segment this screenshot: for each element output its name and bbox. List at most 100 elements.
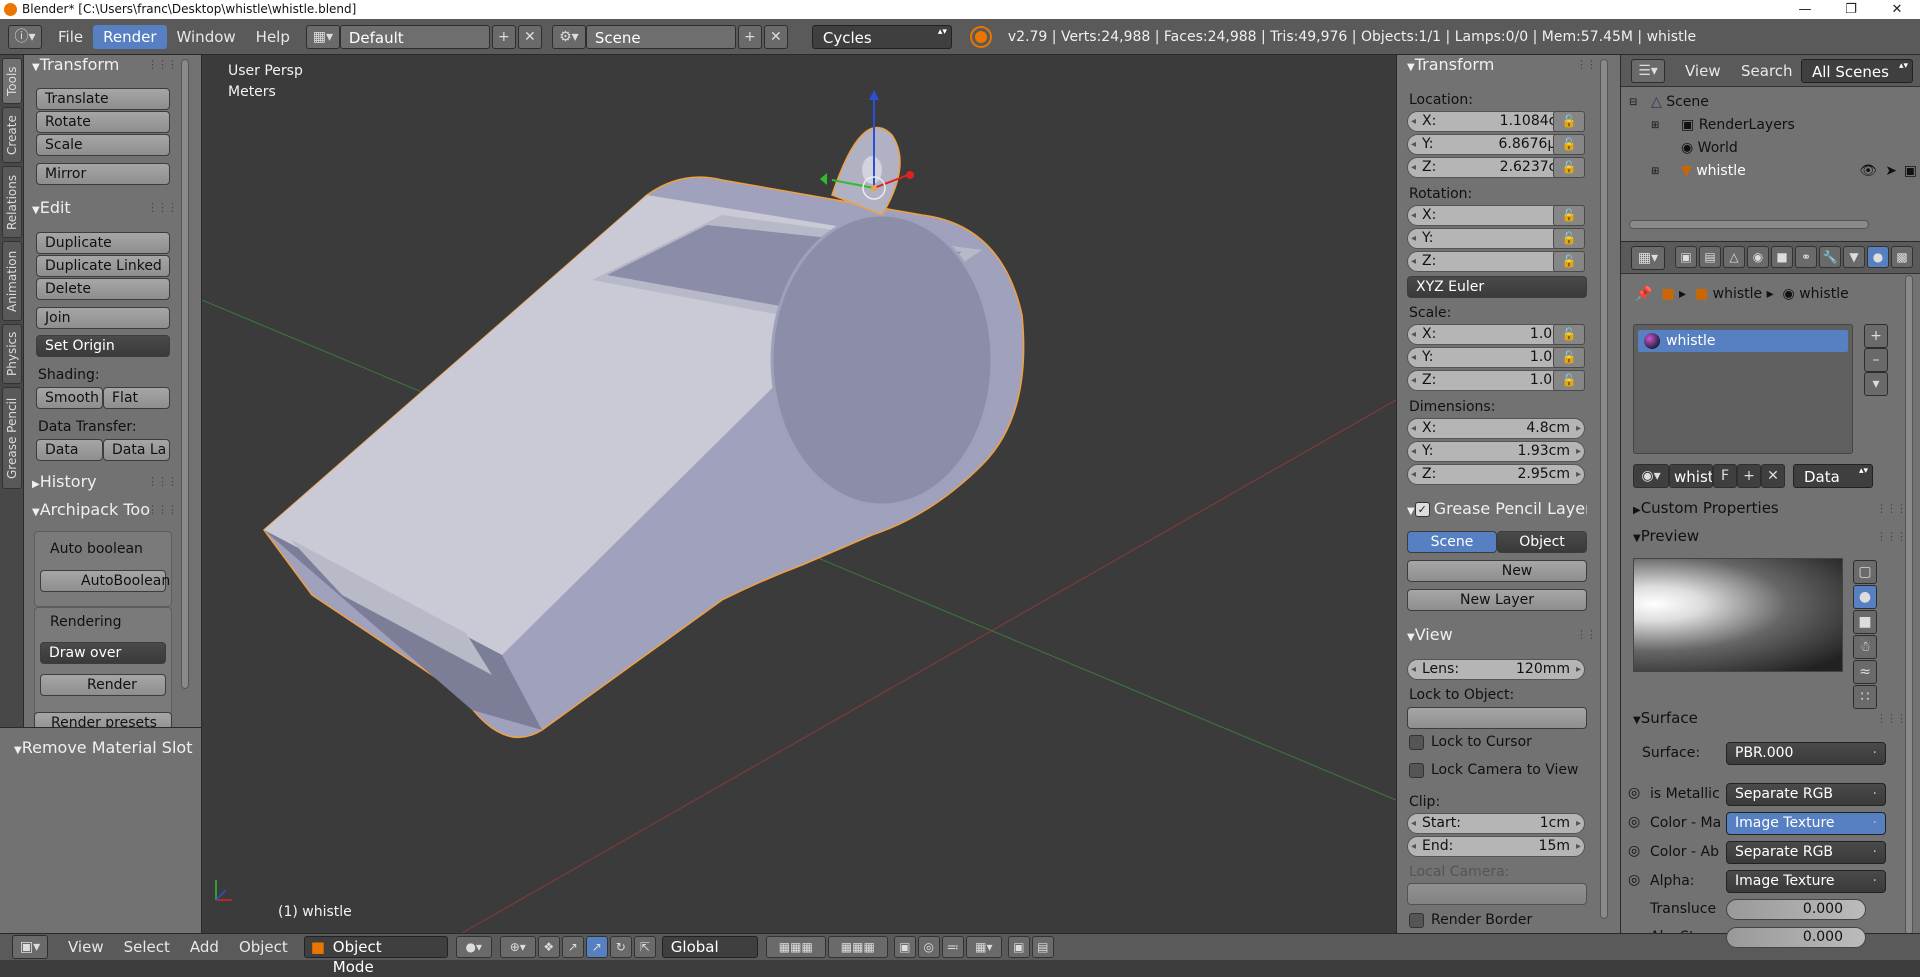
lock-object-field[interactable] [1407, 707, 1587, 729]
outliner-view-menu[interactable]: View [1675, 59, 1731, 83]
unlink-material-icon[interactable]: ✕ [1761, 464, 1785, 488]
screen-layout-field[interactable]: Default [339, 24, 490, 49]
material-slot-specials-icon[interactable]: ▾ [1864, 372, 1888, 396]
smooth-button[interactable]: Smooth [36, 387, 103, 409]
opengl-render-icon[interactable]: ▣ [1007, 936, 1030, 958]
rotation-mode-dropdown[interactable]: XYZ Euler [1407, 276, 1587, 298]
data-layout-button[interactable]: Data La [103, 439, 170, 461]
outliner-item-renderlayers[interactable]: ⊞ ▣ RenderLayers [1621, 114, 1920, 137]
lock-camera-checkbox[interactable] [1409, 763, 1424, 778]
menu-object[interactable]: Object [229, 938, 298, 956]
surface-shader-field[interactable]: PBR.000 [1726, 742, 1886, 765]
lock-to-cursor-checkbox[interactable] [1409, 735, 1424, 750]
abs-strength-slider[interactable]: 0.000 [1726, 927, 1866, 948]
surface-header[interactable]: Surface [1633, 709, 1698, 727]
add-scene-icon[interactable]: + [737, 24, 762, 49]
proportional-edit-icon[interactable]: ◎ [917, 936, 940, 958]
lock-rotation-y-icon[interactable]: 🔓 [1553, 228, 1585, 249]
constraints-context-icon[interactable]: ⚭ [1795, 246, 1817, 268]
renderable-camera-icon[interactable]: ▣ [1904, 160, 1917, 183]
local-camera-field[interactable] [1407, 883, 1587, 905]
outliner-display-mode-dropdown[interactable]: All Scenes [1801, 59, 1913, 83]
gp-new-layer-button[interactable]: New Layer [1407, 589, 1587, 611]
translate-manipulator-icon[interactable]: ↗ [561, 936, 584, 958]
archipack-panel-header[interactable]: Archipack Too [32, 500, 150, 519]
scene-icon[interactable]: ⚙▾ [551, 24, 586, 49]
browse-material-icon[interactable]: ◉▾ [1633, 464, 1669, 488]
render-engine-dropdown[interactable]: Cycles Render [811, 24, 952, 71]
translate-button[interactable]: Translate [36, 88, 170, 110]
modifiers-context-icon[interactable]: 🔧 [1819, 246, 1841, 268]
visibility-eye-icon[interactable]: 👁 [1859, 160, 1877, 183]
tab-create[interactable]: Create [2, 107, 22, 163]
panel-grip-icon[interactable]: ⋮⋮⋮ [147, 201, 178, 214]
menu-add[interactable]: Add [180, 938, 229, 956]
history-panel-header[interactable]: History [32, 472, 97, 491]
menu-help[interactable]: Help [246, 25, 300, 49]
gp-object-tab[interactable]: Object [1497, 531, 1587, 553]
material-slot-list[interactable]: whistle [1633, 324, 1853, 454]
3d-viewport[interactable]: User Persp Meters (1) whistle [202, 55, 1396, 933]
mirror-button[interactable]: Mirror [36, 163, 170, 185]
rotate-manipulator-icon[interactable]: ↻ [609, 936, 632, 958]
outliner-item-whistle[interactable]: ⊞ ▼ whistle 👁 ➤ ▣ [1621, 160, 1920, 183]
menu-file[interactable]: File [48, 25, 93, 49]
transform-orientation-dropdown[interactable]: Global [661, 936, 758, 958]
panel-grip-icon[interactable]: ⋮⋮⋮ [147, 475, 178, 488]
is-metallic-socket-icon[interactable]: ◎ [1628, 785, 1640, 801]
minimize-button[interactable]: — [1782, 0, 1828, 19]
lock-scale-y-icon[interactable]: 🔓 [1553, 347, 1585, 368]
npanel-scrollbar[interactable] [1600, 59, 1608, 919]
close-window-button[interactable]: ✕ [1874, 0, 1920, 19]
gp-scene-tab[interactable]: Scene [1407, 531, 1497, 553]
world-context-icon[interactable]: ◉ [1747, 246, 1769, 268]
outliner-item-scene[interactable]: ⊟ △ Scene [1621, 91, 1920, 114]
lens-field[interactable]: Lens:120mm [1407, 659, 1585, 680]
outliner-item-world[interactable]: ◉ World [1621, 137, 1920, 160]
preview-monkey-icon[interactable]: ☃ [1853, 635, 1877, 659]
outliner-editor-type-icon[interactable]: ☰▾ [1631, 59, 1665, 83]
interaction-mode-dropdown[interactable]: ■ Object Mode [303, 936, 448, 976]
panel-grip-icon[interactable]: ⋮⋮⋮ [147, 503, 178, 516]
edit-panel-header[interactable]: Edit [32, 198, 71, 217]
color-ab-socket-icon[interactable]: ◎ [1628, 843, 1640, 859]
layers-grid-2-icon[interactable]: ▦▦▦ [827, 936, 888, 958]
panel-grip-icon[interactable]: ⋮⋮⋮ [1876, 530, 1907, 543]
dimensions-x-field[interactable]: X:4.8cm [1407, 418, 1585, 439]
scale-manipulator-icon[interactable]: ⇱ [633, 936, 656, 958]
menu-window[interactable]: Window [167, 25, 246, 49]
dimensions-z-field[interactable]: Z:2.95cm [1407, 464, 1585, 485]
layers-grid-1-icon[interactable]: ▦▦▦ [765, 936, 826, 958]
duplicate-linked-button[interactable]: Duplicate Linked [36, 255, 170, 277]
set-origin-dropdown[interactable]: Set Origin [36, 335, 170, 357]
npanel-view-header[interactable]: View [1407, 625, 1453, 644]
transform-panel-header[interactable]: Transform [32, 55, 120, 74]
toolshelf-scrollbar[interactable] [181, 59, 189, 689]
preview-hair-icon[interactable]: ≈ [1853, 660, 1877, 684]
panel-grip-icon[interactable]: ⋮⋮⋮ [1876, 502, 1907, 515]
properties-editor-type-icon[interactable]: ▦▾ [1631, 246, 1665, 270]
lock-scale-x-icon[interactable]: 🔓 [1553, 324, 1585, 345]
scene-field[interactable]: Scene [585, 24, 736, 49]
whistle-mesh[interactable] [262, 126, 1025, 739]
viewport-shading-icon[interactable]: ●▾ [455, 936, 492, 958]
screen-layout-icon[interactable]: ▦▾ [305, 24, 340, 49]
render-context-icon[interactable]: ▣ [1675, 246, 1697, 268]
panel-grip-icon[interactable]: ⋮⋮⋮ [1876, 712, 1907, 725]
lock-location-y-icon[interactable]: 🔓 [1553, 134, 1585, 155]
data-context-icon[interactable]: ▼ [1843, 246, 1865, 268]
outliner-search-menu[interactable]: Search [1731, 59, 1803, 83]
pivot-point-icon[interactable]: ⊕▾ [499, 936, 536, 958]
data-button[interactable]: Data [36, 439, 103, 461]
grease-pencil-toggle-checkbox[interactable]: ✓ [1414, 502, 1430, 517]
autoboolean-button[interactable]: AutoBoolean [40, 570, 170, 592]
snap-element-icon[interactable]: ▦▾ [965, 936, 1002, 958]
material-link-dropdown[interactable]: Data [1793, 464, 1873, 488]
clip-start-field[interactable]: Start:1cm [1407, 813, 1585, 834]
scene-context-icon[interactable]: △ [1723, 246, 1745, 268]
view3d-editor-type-icon[interactable]: ▣▾ [12, 935, 48, 959]
delete-button[interactable]: Delete [36, 278, 170, 300]
clip-end-field[interactable]: End:15m [1407, 836, 1585, 857]
lock-rotation-x-icon[interactable]: 🔓 [1553, 205, 1585, 226]
properties-scrollbar[interactable] [1905, 275, 1913, 935]
